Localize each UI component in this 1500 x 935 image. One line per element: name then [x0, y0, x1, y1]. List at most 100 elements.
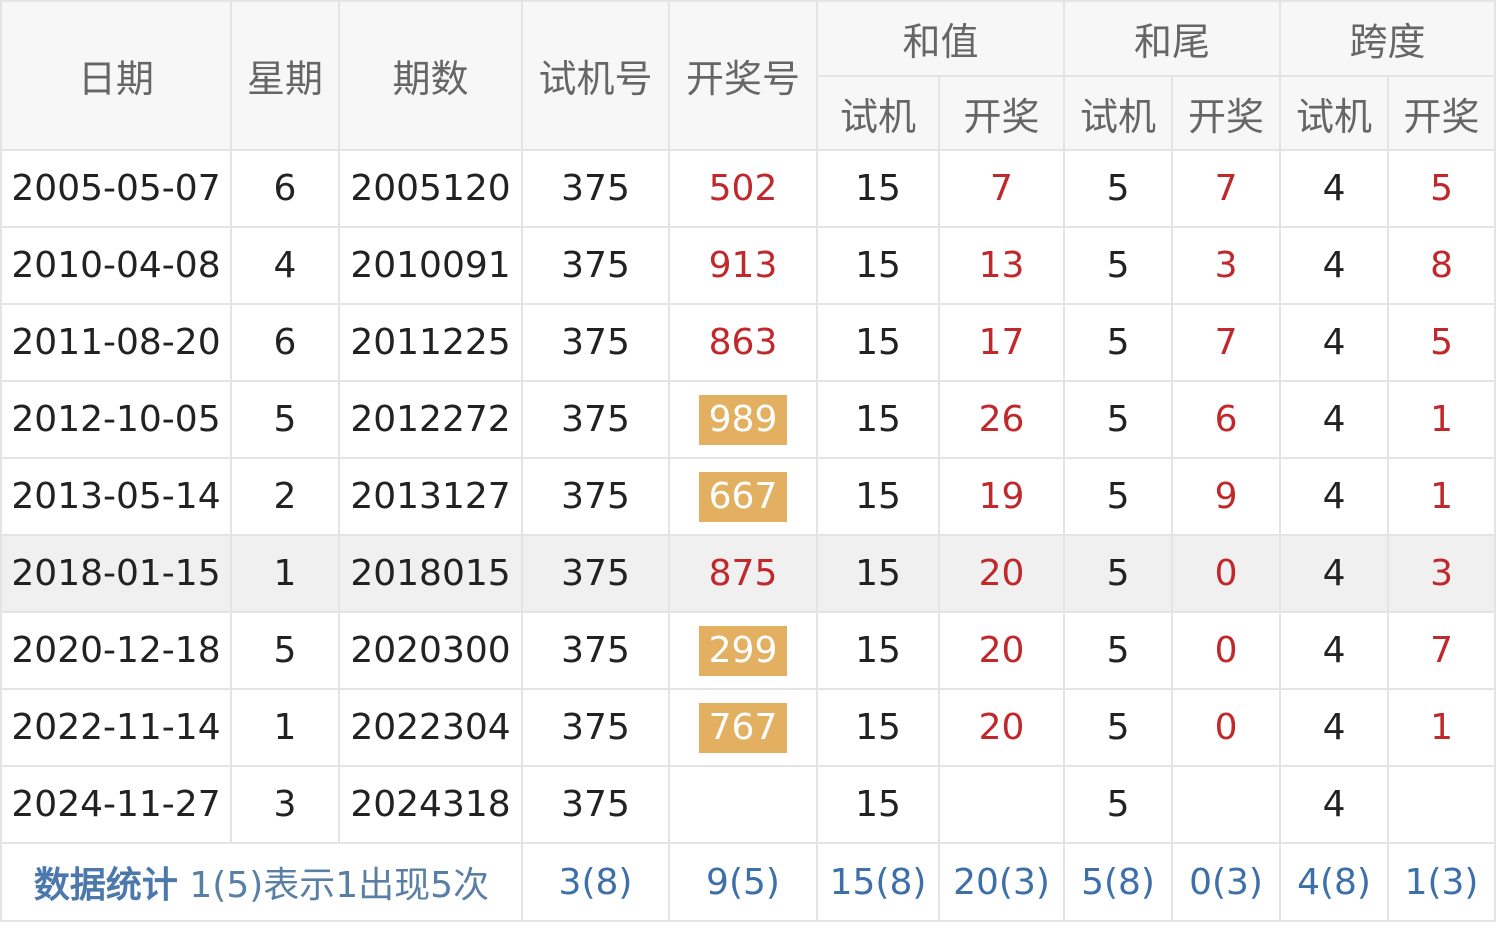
cell-weekday: 5 — [230, 611, 340, 690]
stats-span-draw: 1(3) — [1387, 842, 1497, 922]
cell-span-test: 4 — [1279, 380, 1390, 459]
table-body: 2005-05-07 6 2005120 375 502 15 7 5 7 4 5 2010-04-0… — [0, 149, 1497, 844]
hot-number-badge: 767 — [698, 702, 788, 753]
header-sum-draw: 开奖 — [937, 75, 1066, 151]
header-tail-group: 和尾 — [1063, 0, 1282, 77]
table-row: 2024-11-27 3 2024318 375 15 5 4 — [0, 765, 1497, 844]
header-span-test: 试机 — [1279, 75, 1390, 151]
cell-test-number: 375 — [521, 457, 670, 536]
cell-sum-draw — [937, 765, 1066, 844]
header-weekday: 星期 — [230, 0, 340, 151]
cell-draw-number — [668, 765, 818, 844]
cell-span-draw: 7 — [1387, 611, 1497, 690]
cell-span-test: 4 — [1279, 457, 1390, 536]
cell-sum-test: 15 — [816, 534, 940, 613]
cell-tail-test: 5 — [1063, 534, 1174, 613]
cell-span-test: 4 — [1279, 765, 1390, 844]
cell-sum-draw: 17 — [937, 303, 1066, 382]
stats-tail-draw: 0(3) — [1171, 842, 1282, 922]
cell-tail-draw: 3 — [1171, 226, 1282, 305]
cell-span-test: 4 — [1279, 534, 1390, 613]
cell-test-number: 375 — [521, 149, 670, 228]
cell-span-test: 4 — [1279, 226, 1390, 305]
cell-tail-test: 5 — [1063, 226, 1174, 305]
stats-sum-draw: 20(3) — [937, 842, 1066, 922]
cell-tail-draw: 7 — [1171, 303, 1282, 382]
cell-draw-number: 667 — [668, 457, 818, 536]
cell-tail-test: 5 — [1063, 765, 1174, 844]
cell-issue: 2010091 — [338, 226, 523, 305]
cell-sum-draw: 13 — [937, 226, 1066, 305]
cell-span-draw: 1 — [1387, 688, 1497, 767]
header-tail-draw: 开奖 — [1171, 75, 1282, 151]
cell-draw-number: 502 — [668, 149, 818, 228]
cell-issue: 2011225 — [338, 303, 523, 382]
cell-test-number: 375 — [521, 765, 670, 844]
hot-number-badge: 299 — [698, 625, 788, 676]
cell-weekday: 4 — [230, 226, 340, 305]
stats-label: 数据统计 — [33, 865, 178, 906]
cell-sum-test: 15 — [816, 149, 940, 228]
cell-span-draw: 5 — [1387, 149, 1497, 228]
cell-draw-number: 863 — [668, 303, 818, 382]
cell-tail-test: 5 — [1063, 380, 1174, 459]
cell-sum-draw: 20 — [937, 611, 1066, 690]
cell-weekday: 5 — [230, 380, 340, 459]
cell-span-draw — [1387, 765, 1497, 844]
cell-span-draw: 8 — [1387, 226, 1497, 305]
cell-sum-test: 15 — [816, 611, 940, 690]
cell-span-test: 4 — [1279, 688, 1390, 767]
cell-date: 2024-11-27 — [0, 765, 232, 844]
cell-tail-test: 5 — [1063, 457, 1174, 536]
cell-issue: 2022304 — [338, 688, 523, 767]
stats-test: 3(8) — [521, 842, 670, 922]
cell-date: 2011-08-20 — [0, 303, 232, 382]
table-row: 2005-05-07 6 2005120 375 502 15 7 5 7 4 5 — [0, 149, 1497, 228]
table-row: 2018-01-15 1 2018015 375 875 15 20 5 0 4 3 — [0, 534, 1497, 613]
stats-sum-test: 15(8) — [816, 842, 940, 922]
stats-label-cell: 数据统计 1(5)表示1出现5次 — [0, 842, 523, 922]
lottery-table: 日期 星期 期数 试机号 开奖号 和值 和尾 跨度 试机 开奖 试机 开奖 试机… — [0, 0, 1497, 922]
cell-sum-test: 15 — [816, 688, 940, 767]
header-tail-test: 试机 — [1063, 75, 1174, 151]
cell-issue: 2013127 — [338, 457, 523, 536]
header-span-group: 跨度 — [1279, 0, 1497, 77]
cell-tail-test: 5 — [1063, 303, 1174, 382]
cell-date: 2018-01-15 — [0, 534, 232, 613]
cell-tail-draw: 7 — [1171, 149, 1282, 228]
cell-issue: 2024318 — [338, 765, 523, 844]
cell-sum-draw: 26 — [937, 380, 1066, 459]
cell-span-draw: 3 — [1387, 534, 1497, 613]
table-row: 2010-04-08 4 2010091 375 913 15 13 5 3 4 8 — [0, 226, 1497, 305]
cell-tail-test: 5 — [1063, 149, 1174, 228]
header-test-number: 试机号 — [521, 0, 670, 151]
table-row: 2013-05-14 2 2013127 375 667 15 19 5 9 4 1 — [0, 457, 1497, 536]
cell-tail-draw: 6 — [1171, 380, 1282, 459]
header-issue: 期数 — [338, 0, 523, 151]
cell-tail-test: 5 — [1063, 688, 1174, 767]
table-row: 2020-12-18 5 2020300 375 299 15 20 5 0 4 7 — [0, 611, 1497, 690]
cell-sum-draw: 7 — [937, 149, 1066, 228]
cell-test-number: 375 — [521, 534, 670, 613]
cell-draw-number: 875 — [668, 534, 818, 613]
cell-weekday: 3 — [230, 765, 340, 844]
cell-issue: 2018015 — [338, 534, 523, 613]
cell-weekday: 6 — [230, 303, 340, 382]
header-span-draw: 开奖 — [1387, 75, 1497, 151]
table-row: 2022-11-14 1 2022304 375 767 15 20 5 0 4 1 — [0, 688, 1497, 767]
header-date: 日期 — [0, 0, 232, 151]
cell-tail-draw — [1171, 765, 1282, 844]
cell-test-number: 375 — [521, 226, 670, 305]
stats-row: 数据统计 1(5)表示1出现5次 3(8) 9(5) 15(8) 20(3) 5… — [0, 842, 1497, 922]
cell-span-draw: 1 — [1387, 457, 1497, 536]
cell-weekday: 1 — [230, 688, 340, 767]
cell-test-number: 375 — [521, 303, 670, 382]
cell-span-test: 4 — [1279, 611, 1390, 690]
cell-span-test: 4 — [1279, 149, 1390, 228]
cell-draw-number: 913 — [668, 226, 818, 305]
header-sum-group: 和值 — [815, 0, 1066, 77]
cell-tail-test: 5 — [1063, 611, 1174, 690]
cell-weekday: 2 — [230, 457, 340, 536]
header-draw-number: 开奖号 — [668, 0, 818, 151]
cell-draw-number: 767 — [668, 688, 818, 767]
